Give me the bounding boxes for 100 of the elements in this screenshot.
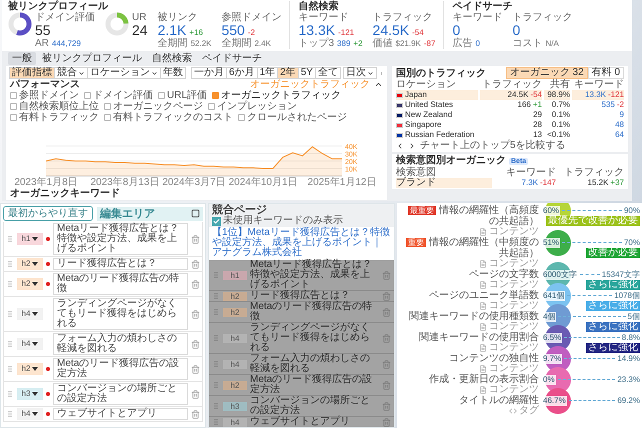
metric-sub-label: トップ3 [298, 38, 334, 49]
metric-sub-value: $21.9K [396, 39, 421, 48]
delete-icon [382, 402, 391, 410]
table-cell: Singapore [396, 120, 478, 130]
table-cell-text: 15.2K +37 [586, 178, 624, 188]
table-cell-text: 7.3K -147 [520, 178, 556, 188]
metric-checkbox[interactable]: 参照ドメイン [10, 90, 79, 101]
heading-field[interactable]: Metaのリード獲得広告の特徴 [53, 273, 188, 295]
toggle-button[interactable]: 有料 0 [588, 67, 624, 79]
filter-checkbox[interactable]: 未使用キーワードのみ表示 [212, 216, 343, 226]
drag-handle-icon[interactable] [6, 410, 14, 418]
filter-button[interactable]: 競合 [54, 67, 88, 79]
period-button[interactable]: 全て [314, 67, 341, 79]
level-select[interactable]: h3 [17, 388, 43, 400]
heading-field[interactable]: フォーム入力の煩わしさの軽減を図れる [53, 333, 188, 355]
delete-icon[interactable] [191, 390, 200, 398]
heading-text: フォーム入力の煩わしさの軽減を図れる [250, 354, 370, 374]
table-cell: 98.9% [544, 90, 570, 100]
metric-checkbox[interactable]: 有料トラフィックのコスト [104, 112, 233, 123]
editor-title: 編集エリア [100, 208, 155, 220]
filter-button[interactable]: 年数 [160, 67, 186, 79]
heading-field[interactable]: ウェブサイトとアプリ [53, 408, 188, 420]
checkbox-icon[interactable] [191, 209, 200, 218]
category-label: コンテンツ [489, 322, 539, 332]
metric-value: 0 [512, 23, 520, 38]
delete-icon[interactable] [191, 280, 200, 288]
table-cell: 13.3K -121 [572, 90, 624, 100]
metric-checkbox[interactable]: 自然検索順位上位 [10, 101, 99, 112]
drag-handle-icon[interactable] [6, 365, 14, 373]
competitor-link[interactable]: 【1位】Metaリード獲得広告とは？特徴や設定方法、成果を上げるポイント｜アナグラム株式会社 [209, 227, 394, 259]
delete-icon[interactable] [191, 234, 200, 244]
heading-field[interactable]: Metaリード獲得広告とは？特徴や設定方法、成果を上げるポイント [53, 223, 188, 255]
level-select[interactable]: h2 [17, 278, 43, 290]
metric-change: -87 [424, 39, 436, 48]
section-title: 被リンクプロフィール [8, 1, 110, 12]
period-button[interactable]: 一か月 [191, 67, 227, 79]
filter-button[interactable]: ロケーション [87, 67, 161, 79]
compare-link[interactable]: チャート上のトップ5を比較する [420, 140, 566, 151]
drag-handle-icon[interactable] [6, 235, 14, 243]
caret-icon [151, 70, 158, 76]
level-select[interactable]: h1 [17, 233, 43, 245]
delete-icon [382, 270, 391, 280]
heading-field[interactable]: リード獲得広告とは？ [53, 258, 188, 270]
metric-checkbox[interactable]: URL評価 [158, 90, 208, 101]
metric-checkbox[interactable]: クロールされたページ [238, 112, 347, 123]
tab[interactable]: ペイドサーチ [198, 52, 266, 65]
level-select[interactable]: h2 [17, 258, 43, 270]
tab[interactable]: 一般 [8, 52, 36, 65]
drag-handle-icon[interactable] [6, 310, 14, 318]
drag-handle-icon[interactable] [6, 340, 14, 348]
delete-icon[interactable] [191, 260, 200, 268]
metric-change: -2 [248, 28, 255, 37]
metric-checkbox[interactable]: オーガニックトラフィック [212, 90, 342, 101]
column-header: キーワード [505, 167, 556, 178]
metric-label: 重要 情報の網羅性（中頻度の共起語） [405, 237, 539, 259]
period-button[interactable]: 5Y [298, 67, 316, 79]
toggle-button[interactable]: オーガニック 32 [506, 67, 588, 79]
column-header: 検索意図 [396, 167, 437, 178]
heading-field[interactable]: ランディングページがなくてもリード獲得をはじめられる [53, 298, 188, 330]
metric-checkbox[interactable]: 有料トラフィック [10, 112, 99, 123]
interval-dropdown[interactable]: 日次 [342, 67, 377, 79]
heading-field[interactable]: Metaのリード獲得広告の設定方法 [53, 358, 188, 380]
level-select[interactable]: h4 [17, 408, 43, 420]
delete-icon[interactable] [191, 340, 200, 348]
level-select[interactable]: h4 [17, 338, 43, 350]
column-header: 共有 [549, 79, 570, 90]
collapse-icon[interactable] [374, 80, 383, 89]
heading-field[interactable]: コンバージョンの場所ごとの設定方法 [53, 383, 188, 405]
metric-value: 2.1K [158, 23, 186, 38]
delete-icon[interactable] [191, 410, 200, 418]
delete-icon[interactable] [191, 310, 200, 318]
level-select[interactable]: h2 [17, 363, 43, 375]
previous-icon[interactable] [396, 142, 404, 150]
metric-checkbox[interactable]: インプレッション [208, 101, 297, 112]
axis-tick-label: 2023年1月8日 [14, 178, 78, 188]
target-value: 8.8% [622, 332, 640, 343]
target-value: 14.9% [617, 353, 640, 364]
axis-tick-label: 2025年1月12日 [308, 178, 376, 188]
drag-handle-icon[interactable] [6, 260, 14, 268]
delete-icon[interactable] [191, 364, 200, 374]
period-button[interactable]: 6か月 [226, 67, 258, 79]
drag-handle-icon[interactable] [6, 390, 14, 398]
restart-button[interactable]: 最初からやり直す [3, 206, 93, 221]
target-value: 5個 [628, 311, 640, 322]
drag-handle-icon[interactable] [6, 280, 14, 288]
metric-checkbox[interactable]: オーガニックページ [104, 101, 203, 112]
period-button[interactable]: 1年 [256, 67, 278, 79]
level-select[interactable]: h4 [17, 308, 43, 320]
filter-button[interactable]: 評価指標 [9, 67, 55, 79]
table-cell: United States [396, 100, 478, 110]
required-dot [46, 367, 50, 371]
next-icon[interactable] [408, 142, 416, 150]
metric-value: 13.3K [298, 23, 336, 38]
heading-text: Metaのリード獲得広告の設定方法 [250, 375, 374, 395]
tab[interactable]: 被リンクプロフィール [38, 52, 146, 65]
metric-checkbox[interactable]: ドメイン評価 [84, 90, 153, 101]
metric-change: -54 [412, 28, 424, 37]
period-button[interactable]: 2年 [277, 67, 299, 79]
section-title: オーガニックキーワード [10, 188, 121, 199]
tab[interactable]: 自然検索 [148, 52, 196, 65]
